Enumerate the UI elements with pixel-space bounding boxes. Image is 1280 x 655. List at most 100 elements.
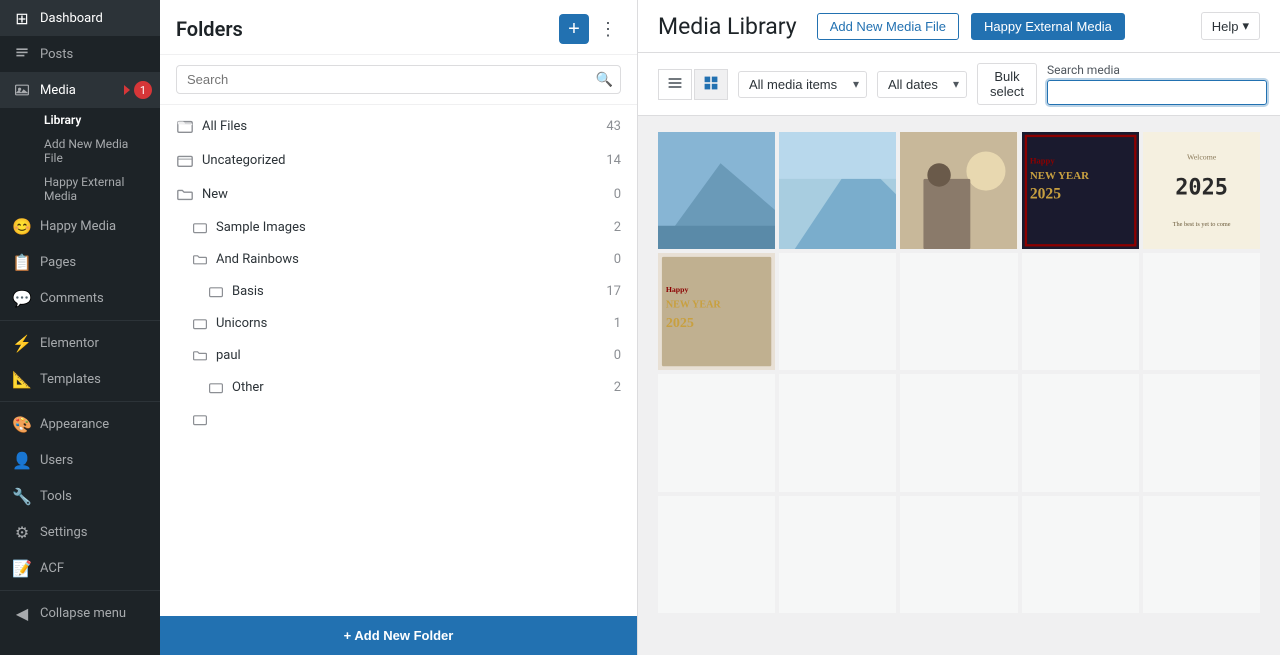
svg-text:Happy: Happy [1029, 155, 1055, 165]
sidebar-item-label: Users [40, 453, 73, 468]
folder-item-basis[interactable]: Basis 17 [160, 275, 637, 307]
folder-item-and-rainbows[interactable]: And Rainbows 0 [160, 243, 637, 275]
media-cell-19[interactable] [1022, 496, 1139, 613]
media-library-title: Media Library [658, 13, 797, 40]
media-cell-1[interactable] [658, 132, 775, 249]
sidebar-item-happy-media[interactable]: 😊 Happy Media [0, 208, 160, 244]
search-media-input[interactable] [1047, 80, 1267, 105]
bulk-select-button[interactable]: Bulk select [977, 63, 1037, 105]
all-dates-select[interactable]: All dates [877, 71, 967, 98]
media-cell-17[interactable] [779, 496, 896, 613]
all-media-items-select[interactable]: All media items [738, 71, 867, 98]
media-cell-15[interactable] [1143, 374, 1260, 491]
sidebar-item-users[interactable]: 👤 Users [0, 442, 160, 478]
media-cell-16[interactable] [658, 496, 775, 613]
media-cell-13[interactable] [900, 374, 1017, 491]
collapse-label: Collapse menu [40, 606, 126, 621]
sidebar-item-templates[interactable]: 📐 Templates [0, 361, 160, 397]
sidebar-item-pages[interactable]: 📋 Pages [0, 244, 160, 280]
folder-icon [176, 117, 194, 135]
media-cell-14[interactable] [1022, 374, 1139, 491]
folder-item-unicorns[interactable]: Unicorns 1 [160, 307, 637, 339]
add-new-media-button[interactable]: Add New Media File [817, 13, 959, 40]
sidebar-item-elementor[interactable]: ⚡ Elementor [0, 325, 160, 361]
search-icon: 🔍 [596, 72, 613, 88]
folder-item-paul[interactable]: paul 0 [160, 339, 637, 371]
media-filter-wrap: All media items [738, 71, 867, 98]
folder-icon [176, 151, 194, 169]
sidebar-item-label: Happy Media [40, 219, 116, 234]
media-cell-6[interactable]: Happy NEW YEAR 2025 [658, 253, 775, 370]
sidebar-item-appearance[interactable]: 🎨 Appearance [0, 406, 160, 442]
media-cell-11[interactable] [658, 374, 775, 491]
collapse-icon: ◀ [12, 603, 32, 623]
folders-search-input[interactable] [176, 65, 621, 94]
folder-item-other[interactable]: Other 2 [160, 371, 637, 403]
help-button[interactable]: Help ▾ [1201, 12, 1260, 40]
sidebar-item-media[interactable]: Media 1 [0, 72, 160, 108]
folder-count: 17 [606, 284, 621, 299]
add-new-label: Add New Media File [44, 137, 148, 165]
media-cell-9[interactable] [1022, 253, 1139, 370]
add-folder-icon-button[interactable]: + [559, 14, 589, 44]
sidebar: ⊞ Dashboard Posts Media 1 Library Add Ne… [0, 0, 160, 655]
sidebar-item-label: Pages [40, 255, 76, 270]
sidebar-item-label: Media [40, 83, 76, 98]
media-cell-4[interactable]: Happy NEW YEAR 2025 [1022, 132, 1139, 249]
media-cell-20[interactable] [1143, 496, 1260, 613]
search-media-wrap: Search media [1047, 63, 1267, 105]
folder-item-all-files[interactable]: All Files 43 [160, 109, 637, 143]
folder-count: 0 [614, 252, 621, 267]
tools-icon: 🔧 [12, 486, 32, 506]
sidebar-subitem-add-new[interactable]: Add New Media File [16, 132, 160, 170]
media-cell-5[interactable]: Welcome 2025 The best is yet to come [1143, 132, 1260, 249]
media-cell-12[interactable] [779, 374, 896, 491]
folder-item-sample-images[interactable]: Sample Images 2 [160, 211, 637, 243]
folder-count: 14 [606, 153, 621, 168]
sidebar-item-label: Elementor [40, 336, 99, 351]
help-chevron-icon: ▾ [1242, 18, 1249, 34]
folders-list: All Files 43 Uncategorized 14 New 0 Samp… [160, 105, 637, 616]
appearance-icon: 🎨 [12, 414, 32, 434]
folders-header-actions: + ⋮ [559, 14, 621, 44]
grid-view-button[interactable] [694, 69, 728, 100]
folders-title: Folders [176, 17, 243, 41]
folder-item-uncategorized[interactable]: Uncategorized 14 [160, 143, 637, 177]
media-cell-10[interactable] [1143, 253, 1260, 370]
folder-item-new[interactable]: New 0 [160, 177, 637, 211]
folder-count: 2 [614, 220, 621, 235]
folder-item-extra[interactable] [160, 403, 637, 435]
sidebar-item-tools[interactable]: 🔧 Tools [0, 478, 160, 514]
sidebar-item-acf[interactable]: 📝 ACF [0, 550, 160, 586]
sidebar-item-dashboard[interactable]: ⊞ Dashboard [0, 0, 160, 36]
media-cell-3[interactable] [900, 132, 1017, 249]
sidebar-item-settings[interactable]: ⚙ Settings [0, 514, 160, 550]
media-cell-18[interactable] [900, 496, 1017, 613]
date-filter-wrap: All dates [877, 71, 967, 98]
media-cell-8[interactable] [900, 253, 1017, 370]
folders-search-wrap: 🔍 [176, 65, 621, 94]
sidebar-item-comments[interactable]: 💬 Comments [0, 280, 160, 316]
sidebar-item-label: Settings [40, 525, 87, 540]
view-toggle [658, 69, 728, 100]
folder-name: Uncategorized [202, 153, 598, 168]
folder-count: 0 [614, 187, 621, 202]
sidebar-item-collapse[interactable]: ◀ Collapse menu [0, 595, 160, 631]
folder-icon [192, 411, 208, 427]
folders-more-options-button[interactable]: ⋮ [595, 15, 621, 44]
media-grid: Happy NEW YEAR 2025 Welcome 2025 The bes… [638, 116, 1280, 655]
media-cell-7[interactable] [779, 253, 896, 370]
elementor-icon: ⚡ [12, 333, 32, 353]
folders-panel: Folders + ⋮ 🔍 All Files 43 Uncategorized… [160, 0, 638, 655]
add-new-folder-button[interactable]: + Add New Folder [160, 616, 637, 655]
dashboard-icon: ⊞ [12, 8, 32, 28]
folder-name: paul [216, 348, 606, 363]
sidebar-subitem-library[interactable]: Library [16, 108, 160, 132]
media-cell-2[interactable] [779, 132, 896, 249]
happy-external-media-button[interactable]: Happy External Media [971, 13, 1125, 40]
sidebar-item-label: ACF [40, 561, 64, 576]
sidebar-subitem-happy-external[interactable]: Happy External Media [16, 170, 160, 208]
sidebar-item-posts[interactable]: Posts [0, 36, 160, 72]
sidebar-item-label: Appearance [40, 417, 109, 432]
list-view-button[interactable] [658, 69, 692, 100]
